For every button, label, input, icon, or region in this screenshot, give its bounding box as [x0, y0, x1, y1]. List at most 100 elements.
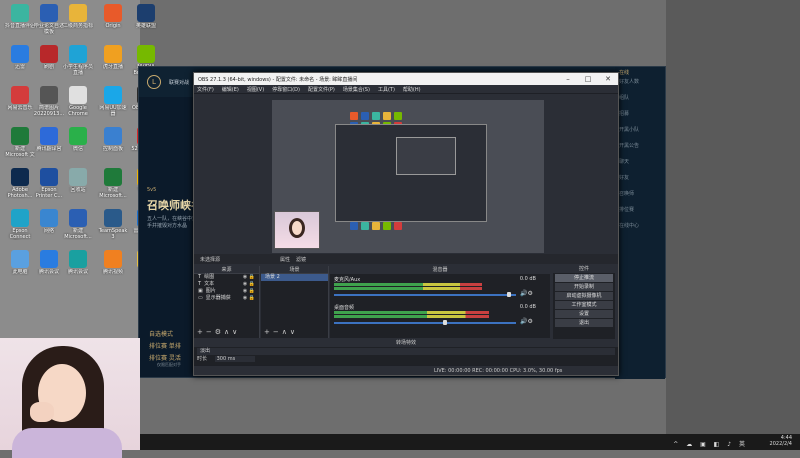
desktop-icon[interactable]: 网络: [33, 207, 65, 247]
desktop-icon[interactable]: 刷剧: [33, 43, 65, 83]
desktop-icon[interactable]: TeamSpeak 3: [97, 207, 129, 247]
sources-tools[interactable]: +−⚙∧∨: [197, 328, 240, 336]
control-button[interactable]: 停止推流: [555, 274, 613, 282]
preview-icon: [394, 112, 402, 120]
desktop-icon[interactable]: 新建 Microsoft...: [97, 166, 129, 206]
desktop-icon[interactable]: 二级商务指标: [62, 2, 94, 42]
desktop-icon-label: 简谱图片 20220913...: [33, 105, 65, 117]
close-icon[interactable]: ✕: [598, 75, 618, 83]
desktop-icon-label: Google Chrome: [68, 105, 88, 117]
menu-item[interactable]: 停靠窗口(D): [272, 86, 300, 93]
lol-social-item[interactable]: 开黑公告: [615, 142, 665, 158]
menu-item[interactable]: 文件(F): [197, 86, 214, 93]
desktop-icon[interactable]: 腾讯会议: [62, 248, 94, 288]
menu-item[interactable]: 帮助(H): [403, 86, 421, 93]
filters-button[interactable]: 滤镜: [296, 256, 306, 263]
preview-nested-obs: [335, 124, 487, 222]
menu-item[interactable]: 配置文件(P): [308, 86, 335, 93]
visibility-lock-icon[interactable]: ◉ 🔒: [243, 288, 255, 295]
properties-button[interactable]: 属性: [280, 256, 290, 263]
webcam-overlay: [0, 338, 140, 458]
lol-social-item[interactable]: 组队: [615, 94, 665, 110]
volume-slider[interactable]: [334, 322, 516, 324]
clock[interactable]: 4:44 2022/2/4: [770, 435, 792, 447]
menu-item[interactable]: 场景集合(S): [343, 86, 370, 93]
source-item[interactable]: ▭ 显示器捕获 ◉ 🔒: [194, 295, 259, 302]
desktop-icon-label: Adobe Photosh...: [7, 187, 33, 199]
desktop-icon[interactable]: 控制面板: [97, 125, 129, 165]
preview-icon: [350, 222, 358, 230]
menu-item[interactable]: 工具(T): [378, 86, 395, 93]
lol-social-item[interactable]: 在线中心: [615, 222, 665, 238]
desktop-icon[interactable]: Adobe Photosh...: [4, 166, 36, 206]
desktop-icon[interactable]: 抖音直播伴侣: [4, 2, 36, 42]
app-icon: [11, 86, 29, 104]
duration-input[interactable]: 300 ms: [214, 356, 256, 362]
desktop-icon[interactable]: 腾讯会议: [33, 248, 65, 288]
desktop-icon[interactable]: Origin: [97, 2, 129, 42]
control-button[interactable]: 开始录制: [555, 283, 613, 291]
desktop-icon[interactable]: 虎牙直播: [97, 43, 129, 83]
control-button[interactable]: 启动虚拟摄像机: [555, 292, 613, 300]
speaker-icon[interactable]: 🔊⚙: [520, 290, 533, 297]
visibility-lock-icon[interactable]: ◉ 🔒: [243, 295, 255, 302]
source-item[interactable]: ▣ 图片 ◉ 🔒: [194, 288, 259, 295]
volume-slider[interactable]: [334, 294, 516, 296]
preview-icon: [372, 112, 380, 120]
maximize-icon[interactable]: □: [578, 75, 598, 83]
lol-social-item[interactable]: 在线: [615, 67, 665, 78]
scenes-tools[interactable]: +−∧∨: [264, 328, 298, 336]
lol-social-item[interactable]: 聊天: [615, 158, 665, 174]
desktop-icon[interactable]: 小学生程序员直播: [62, 43, 94, 83]
lol-social-item[interactable]: 招募: [615, 110, 665, 126]
scene-item[interactable]: 场景 2: [261, 274, 328, 281]
desktop-icon-label: 抖音直播伴侣: [4, 23, 35, 29]
obs-menubar: 文件(F) 编辑(E) 视图(V) 停靠窗口(D) 配置文件(P) 场景集合(S) 工具(T…: [194, 85, 618, 94]
taskbar: ^ ☁ ▣ ◧ ♪ 英 4:44 2022/2/4: [140, 434, 800, 450]
app-icon: [104, 127, 122, 145]
desktop-icon[interactable]: Google Chrome: [62, 84, 94, 124]
source-item[interactable]: T 绘图 ◉ 🔒: [194, 274, 259, 281]
lol-social-item[interactable]: 召唤师: [615, 190, 665, 206]
desktop-icon[interactable]: 迅雷: [4, 43, 36, 83]
visibility-lock-icon[interactable]: ◉ 🔒: [243, 281, 255, 288]
desktop-icon-label: 腾讯视频: [102, 269, 123, 275]
controls-buttons: 停止推流 开始录制 启动虚拟摄像机 工作室模式 设置 退出: [553, 274, 615, 327]
lol-mode-item[interactable]: 排位赛 单排: [149, 341, 181, 353]
desktop-icon[interactable]: 简谱图片 20220913...: [33, 84, 65, 124]
lol-social-item[interactable]: 排位赛: [615, 206, 665, 222]
minimize-icon[interactable]: –: [558, 75, 578, 83]
desktop-icon[interactable]: 腾讯视频: [97, 248, 129, 288]
desktop-icon[interactable]: 新建 Microsoft 文档: [4, 125, 36, 165]
menu-item[interactable]: 编辑(E): [222, 86, 239, 93]
control-button[interactable]: 工作室模式: [555, 301, 613, 309]
lol-social-item[interactable]: 好友: [615, 174, 665, 190]
lol-social-item[interactable]: 好友人数: [615, 78, 665, 94]
control-button[interactable]: 退出: [555, 319, 613, 327]
obs-title: OBS 27.1.3 (64-bit, windows) - 配置文件: 未命名…: [198, 76, 358, 83]
desktop-icon[interactable]: 腾讯翻译官: [33, 125, 65, 165]
desktop-icon[interactable]: 网易云音乐: [4, 84, 36, 124]
lol-nav-play[interactable]: 联赛对战: [169, 79, 189, 86]
desktop-icon[interactable]: 微信: [62, 125, 94, 165]
desktop-icon[interactable]: 网易UU加速器: [97, 84, 129, 124]
transition-select[interactable]: 淡出: [197, 348, 615, 355]
desktop-icon[interactable]: 新建 Microsoft...: [62, 207, 94, 247]
visibility-lock-icon[interactable]: ◉ 🔒: [243, 274, 255, 281]
desktop-icon[interactable]: 回收站: [62, 166, 94, 206]
desktop-icon[interactable]: 英雄联盟: [130, 2, 162, 42]
desktop-icon[interactable]: Epson Connect Sle...: [4, 207, 36, 247]
volume-knob[interactable]: [506, 292, 511, 297]
preview-icon: [361, 222, 369, 230]
desktop-icon[interactable]: 此电脑: [4, 248, 36, 288]
speaker-icon[interactable]: 🔊⚙: [520, 318, 533, 325]
volume-knob[interactable]: [443, 320, 448, 325]
lol-social-item[interactable]: 开黑小队: [615, 126, 665, 142]
menu-item[interactable]: 视图(V): [247, 86, 264, 93]
control-button[interactable]: 设置: [555, 310, 613, 318]
lol-mode-item[interactable]: 自选模式: [149, 329, 181, 341]
source-item[interactable]: T 文本 ◉ 🔒: [194, 281, 259, 288]
desktop-icon[interactable]: 毕业论文自述模板: [33, 2, 65, 42]
tray-icons[interactable]: ^ ☁ ▣ ◧ ♪ 英: [673, 439, 748, 448]
desktop-icon[interactable]: Epson Printer C...: [33, 166, 65, 206]
